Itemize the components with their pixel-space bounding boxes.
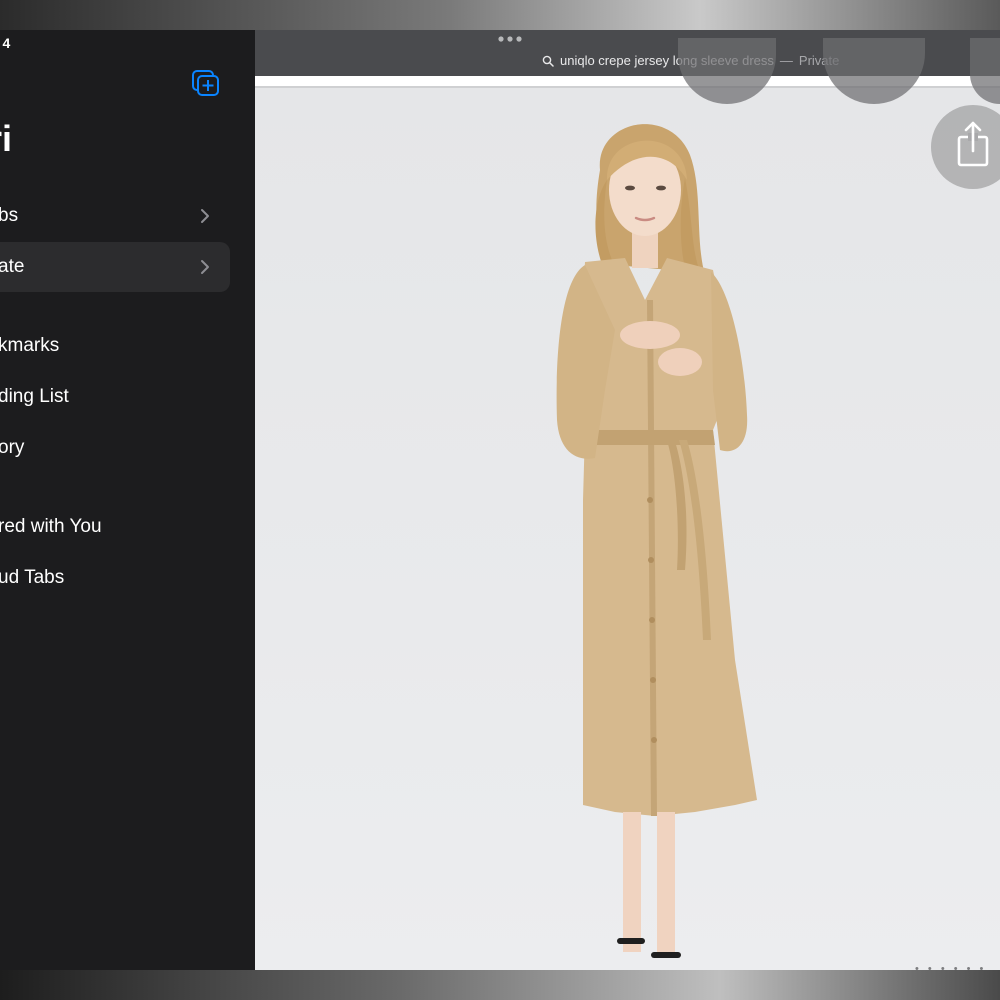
screen-bezel-bottom <box>0 970 1000 1000</box>
sidebar-item-tabs[interactable]: bs <box>0 191 230 241</box>
magnifier-icon <box>542 55 554 67</box>
sidebar-item-label: bs <box>0 205 19 226</box>
sidebar-item-label: ud Tabs <box>0 567 65 588</box>
sidebar-item-label: red with You <box>0 516 102 537</box>
sidebar-item-private[interactable]: ate <box>0 242 230 292</box>
sidebar-item-label: ory <box>0 437 25 458</box>
sidebar-item-label: ate <box>0 256 25 277</box>
plus-square-stack-icon <box>192 70 219 96</box>
product-photo <box>556 124 757 958</box>
new-tab-group-button[interactable] <box>191 69 221 97</box>
sidebar-item-shared-with-you[interactable]: red with You <box>0 502 230 552</box>
safari-sidebar: t 4 ri bs ate kmarks ding List ory red w… <box>0 30 255 970</box>
browser-content: uniqlo crepe jersey long sleeve dress — … <box>255 30 1000 970</box>
share-button[interactable] <box>931 105 1000 189</box>
status-time: t 4 <box>0 35 11 51</box>
sidebar-item-label: ding List <box>0 386 69 407</box>
sidebar-item-reading-list[interactable]: ding List <box>0 372 230 422</box>
sidebar-item-bookmarks[interactable]: kmarks <box>0 321 230 371</box>
ellipsis-icon[interactable] <box>496 34 524 44</box>
sidebar-title: ri <box>0 118 13 159</box>
chevron-right-icon <box>201 260 209 274</box>
share-icon <box>957 121 989 167</box>
sidebar-item-icloud-tabs[interactable]: ud Tabs <box>0 553 230 603</box>
chevron-right-icon <box>201 209 209 223</box>
sidebar-item-history[interactable]: ory <box>0 423 230 473</box>
sidebar-item-label: kmarks <box>0 335 60 356</box>
address-separator: — <box>779 53 793 68</box>
page-indicator-dots: • • • • • • <box>915 963 987 970</box>
screen-bezel-top <box>0 0 1000 30</box>
